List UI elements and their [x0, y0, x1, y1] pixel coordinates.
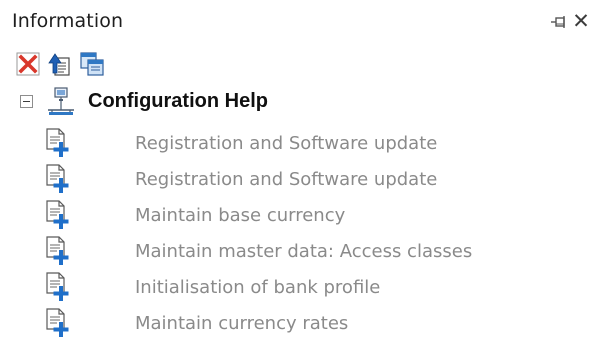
- tree-item-label: Maintain currency rates: [135, 313, 349, 334]
- tree-item[interactable]: Maintain currency rates: [44, 306, 564, 342]
- export-document-button[interactable]: [46, 52, 73, 79]
- export-document-icon: [47, 51, 73, 81]
- toolbar: [14, 51, 105, 81]
- tree-item-label: Maintain base currency: [135, 205, 346, 226]
- tree-item-label: Maintain master data: Access classes: [135, 241, 473, 262]
- panel-title: Information: [12, 10, 124, 32]
- document-add-icon: [44, 199, 74, 231]
- information-panel: Information ✕ Configuration Help Registr…: [0, 0, 596, 353]
- tree-item[interactable]: Registration and Software update: [44, 126, 564, 162]
- close-icon[interactable]: ✕: [572, 10, 590, 32]
- tree-item[interactable]: Maintain base currency: [44, 198, 564, 234]
- tree-root-label: Configuration Help: [88, 90, 268, 112]
- document-add-icon: [44, 163, 74, 195]
- tree-item[interactable]: Registration and Software update: [44, 162, 564, 198]
- document-add-icon: [44, 127, 74, 159]
- tree-item-label: Registration and Software update: [135, 169, 438, 190]
- document-add-icon: [44, 307, 74, 339]
- tree-root-configuration-help[interactable]: Configuration Help: [20, 86, 580, 118]
- document-add-icon: [44, 271, 74, 303]
- pin-icon[interactable]: [550, 14, 568, 30]
- tree-item[interactable]: Initialisation of bank profile: [44, 270, 564, 306]
- collapse-toggle[interactable]: [20, 95, 33, 108]
- network-computer-icon: [46, 86, 76, 118]
- tree-item-label: Initialisation of bank profile: [135, 277, 381, 298]
- delete-icon: [16, 52, 40, 80]
- tree-item-label: Registration and Software update: [135, 133, 438, 154]
- copy-windows-button[interactable]: [78, 51, 105, 81]
- copy-windows-icon: [79, 51, 105, 81]
- tree-item[interactable]: Maintain master data: Access classes: [44, 234, 564, 270]
- panel-header: Information ✕: [0, 0, 596, 44]
- delete-button[interactable]: [14, 52, 41, 79]
- document-add-icon: [44, 235, 74, 267]
